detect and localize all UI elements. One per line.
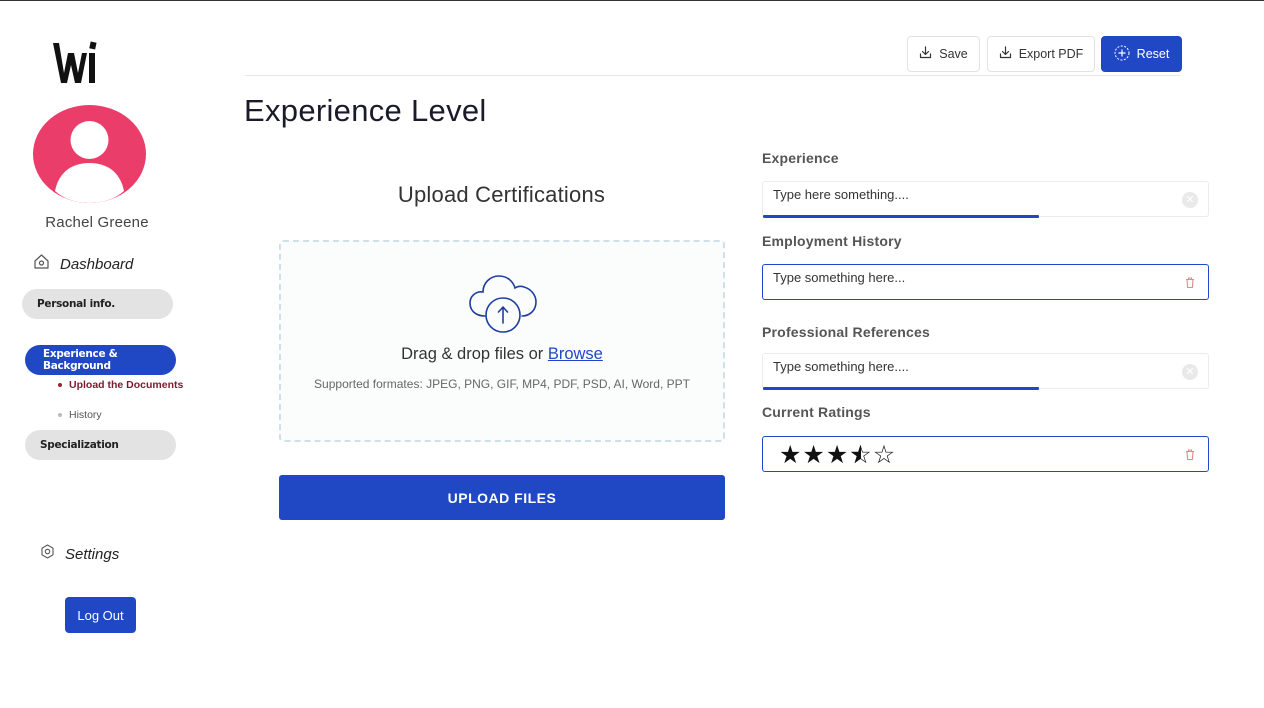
plus-circle-icon [1114,45,1130,64]
upload-files-button[interactable]: UPLOAD FILES [279,475,725,520]
employment-history-input[interactable] [773,270,1163,285]
star-full-icon[interactable]: ★ [826,440,849,470]
trash-icon[interactable] [1184,448,1196,461]
star-half-icon[interactable]: ☆★ [849,440,872,470]
download-icon [919,46,932,62]
employment-history-field-box [762,264,1209,300]
star-full-icon[interactable]: ★ [802,440,825,470]
current-ratings-field-box: ★★★☆★☆ [762,436,1209,472]
export-pdf-label: Export PDF [1018,47,1084,61]
app-logo [50,39,100,87]
supported-formats: Supported formates: JPEG, PNG, GIF, MP4,… [314,377,690,391]
clear-icon[interactable]: ✕ [1182,192,1198,208]
star-rating[interactable]: ★★★☆★☆ [779,440,896,470]
nav-dashboard[interactable]: Dashboard [33,253,133,275]
logout-button[interactable]: Log Out [65,597,136,633]
bullet-icon [58,383,62,387]
nav-dashboard-label: Dashboard [60,255,134,273]
nav-settings-label: Settings [65,545,120,563]
star-empty-icon[interactable]: ☆ [873,440,896,470]
browse-link[interactable]: Browse [548,345,603,363]
employment-history-label: Employment History [762,233,902,249]
subitem-label: History [69,409,102,421]
save-label: Save [939,47,968,61]
home-icon [33,253,50,275]
star-half-fill: ★ [849,440,861,470]
professional-references-field-box: ✕ [762,353,1209,390]
subitem-label: Upload the Documents [69,379,184,391]
drag-drop-text: Drag & drop files or Browse [281,345,723,364]
export-pdf-button[interactable]: Export PDF [987,36,1095,72]
sidebar-item-specialization[interactable]: Specialization [25,430,176,460]
reset-label: Reset [1136,47,1170,61]
subitem-history[interactable]: History [58,409,102,421]
experience-field-box: ✕ [762,181,1209,218]
sidebar-item-personal-info[interactable]: Personal info. [22,289,173,319]
drag-drop-label: Drag & drop files or [401,345,548,363]
cloud-upload-icon [467,272,539,336]
page-title: Experience Level [244,93,487,128]
trash-icon[interactable] [1184,276,1196,289]
save-button[interactable]: Save [907,36,980,72]
nav-settings[interactable]: Settings [40,544,119,564]
gear-icon [40,544,55,564]
user-name: Rachel Greene [45,214,149,231]
bullet-icon [58,413,62,417]
sidebar-item-experience[interactable]: Experience & Background [25,345,176,375]
subitem-upload-documents[interactable]: Upload the Documents [58,379,183,391]
file-dropzone[interactable]: Drag & drop files or Browse Supported fo… [279,240,725,442]
avatar [33,105,146,203]
reset-button[interactable]: Reset [1101,36,1182,72]
clear-icon[interactable]: ✕ [1182,364,1198,380]
experience-label: Experience [762,150,839,166]
experience-input[interactable] [773,187,1163,202]
experience-focus-underline [763,215,1039,218]
star-full-icon[interactable]: ★ [779,440,802,470]
references-focus-underline [763,387,1039,390]
download-icon [999,46,1012,62]
current-ratings-label: Current Ratings [762,404,871,420]
upload-title: Upload Certifications [397,182,606,207]
header-divider [245,75,1180,76]
professional-references-label: Professional References [762,324,931,340]
professional-references-input[interactable] [773,359,1163,374]
